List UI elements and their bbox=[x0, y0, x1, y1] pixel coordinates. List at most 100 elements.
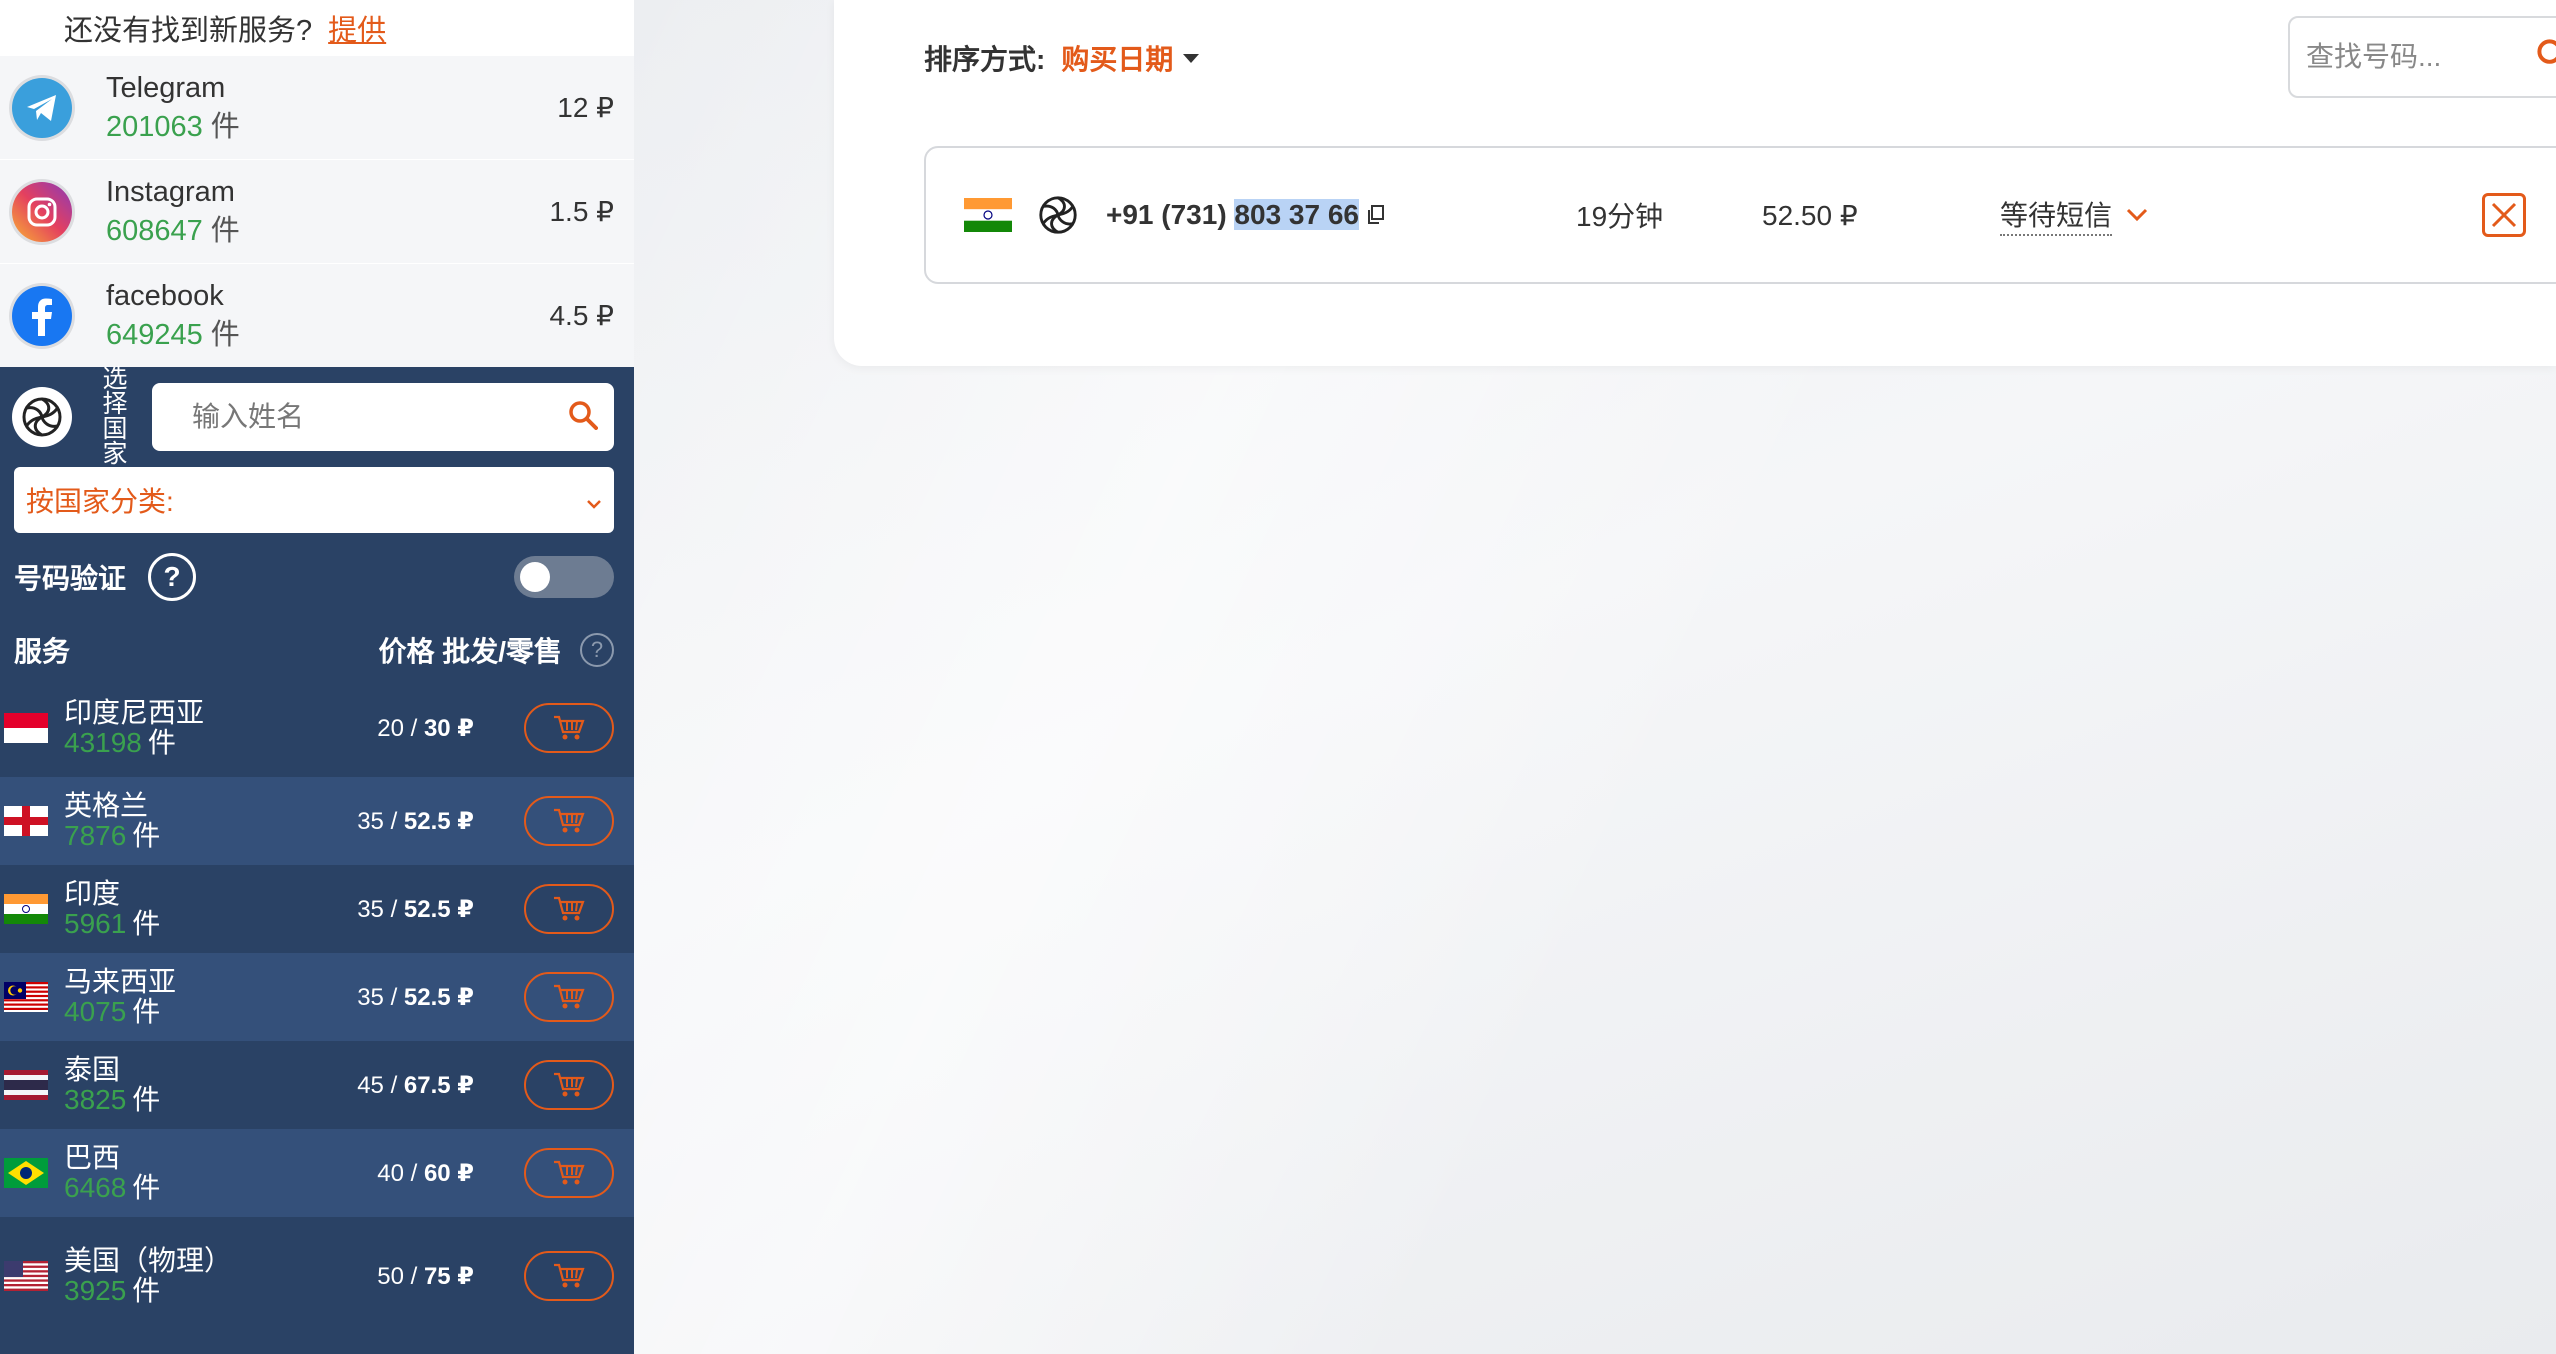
verify-toggle[interactable] bbox=[514, 556, 614, 598]
order-row: +91 (731) 803 37 66 19分钟 52.50 ₽ 等待短信 bbox=[924, 146, 2556, 284]
country-row-brazil[interactable]: 巴西 6468 件 40 / 60 ₽ bbox=[0, 1129, 634, 1217]
service-price: 12 ₽ bbox=[557, 92, 614, 123]
service-price: 4.5 ₽ bbox=[549, 300, 614, 331]
indonesia-flag-icon bbox=[4, 713, 48, 743]
service-item-instagram[interactable]: Instagram 608647 件 1.5 ₽ bbox=[0, 159, 634, 263]
cart-button[interactable] bbox=[524, 703, 614, 753]
cart-icon bbox=[554, 896, 585, 921]
country-list-header: 服务 价格 批发/零售 ? bbox=[0, 621, 634, 679]
country-count: 5961 件 bbox=[64, 908, 161, 939]
instagram-icon bbox=[12, 181, 72, 242]
service-count: 608647 件 bbox=[106, 214, 240, 247]
cart-icon bbox=[554, 984, 585, 1009]
copy-icon[interactable] bbox=[1367, 205, 1385, 225]
country-price: 50 / 75 ₽ bbox=[377, 1262, 474, 1290]
help-icon[interactable]: ? bbox=[148, 553, 197, 601]
orders-panel: 排序方式: 购买日期 +91 (731) 803 37 66 19分钟 52.5… bbox=[834, 0, 2556, 366]
facebook-icon bbox=[12, 285, 72, 346]
service-column-header: 服务 bbox=[14, 636, 71, 667]
cart-icon bbox=[554, 1072, 585, 1097]
country-row-usa[interactable]: 美国（物理） 3925 件 50 / 75 ₽ bbox=[0, 1217, 634, 1335]
service-list: 还没有找到新服务? 提供 Telegram 201063 件 12 ₽ Insta… bbox=[0, 0, 634, 367]
service-name: facebook bbox=[106, 279, 224, 312]
country-count: 6468 件 bbox=[64, 1172, 161, 1203]
price-column-header: 价格 批发/零售 bbox=[378, 636, 562, 667]
service-name: Telegram bbox=[106, 71, 226, 104]
country-name: 印度尼西亚 bbox=[64, 697, 205, 728]
telegram-icon bbox=[12, 77, 72, 138]
country-name: 泰国 bbox=[64, 1054, 121, 1085]
suggest-text: 还没有找到新服务? bbox=[64, 14, 313, 47]
cart-button[interactable] bbox=[524, 1251, 614, 1301]
country-count: 7876 件 bbox=[64, 820, 161, 851]
cart-button[interactable] bbox=[524, 1148, 614, 1198]
country-price: 45 / 67.5 ₽ bbox=[357, 1071, 474, 1099]
caret-down-icon bbox=[1183, 53, 1200, 63]
service-item-facebook[interactable]: facebook 649245 件 4.5 ₽ bbox=[0, 263, 634, 367]
cart-button[interactable] bbox=[524, 796, 614, 846]
cart-button[interactable] bbox=[524, 884, 614, 934]
country-filter-label: 按国家分类: bbox=[26, 486, 174, 517]
country-name: 印度 bbox=[64, 878, 121, 909]
country-row-england[interactable]: 英格兰 7876 件 35 / 52.5 ₽ bbox=[0, 777, 634, 865]
sort-value[interactable]: 购买日期 bbox=[1061, 38, 1173, 78]
country-count: 43198 件 bbox=[64, 727, 176, 758]
country-price: 35 / 52.5 ₽ bbox=[357, 983, 474, 1011]
country-name: 巴西 bbox=[64, 1142, 121, 1173]
england-flag-icon bbox=[4, 806, 48, 836]
cart-icon bbox=[554, 715, 585, 740]
sort-label: 排序方式: bbox=[924, 44, 1046, 75]
sort-control[interactable]: 排序方式: 购买日期 bbox=[924, 38, 1200, 78]
country-count: 3925 件 bbox=[64, 1275, 161, 1306]
cart-icon bbox=[554, 1160, 585, 1185]
thailand-flag-icon bbox=[4, 1070, 48, 1100]
chevron-down-icon bbox=[2126, 208, 2148, 222]
close-icon bbox=[2491, 202, 2517, 228]
order-price: 52.50 ₽ bbox=[1762, 199, 1858, 231]
chevron-down-icon bbox=[586, 484, 602, 516]
india-flag-icon bbox=[4, 894, 48, 924]
name-search-field[interactable] bbox=[152, 383, 614, 451]
verify-label: 号码验证 bbox=[14, 563, 127, 594]
service-count: 649245 件 bbox=[106, 318, 240, 351]
number-search-field[interactable] bbox=[2288, 16, 2556, 98]
openai-icon bbox=[1036, 193, 1080, 237]
phone-number[interactable]: +91 (731) 803 37 66 bbox=[1106, 199, 1359, 231]
country-name: 马来西亚 bbox=[64, 966, 177, 997]
openai-icon bbox=[12, 387, 72, 447]
sidebar: 还没有找到新服务? 提供 Telegram 201063 件 12 ₽ Insta… bbox=[0, 0, 634, 1354]
select-country-label: 选择国家 bbox=[102, 365, 128, 468]
country-count: 3825 件 bbox=[64, 1084, 161, 1115]
india-flag-icon bbox=[964, 198, 1012, 232]
country-price: 35 / 52.5 ₽ bbox=[357, 895, 474, 923]
number-verify-row: 号码验证 ? bbox=[0, 533, 634, 621]
suggest-link[interactable]: 提供 bbox=[328, 7, 386, 49]
number-search-input[interactable] bbox=[2306, 41, 2506, 73]
country-row-thailand[interactable]: 泰国 3825 件 45 / 67.5 ₽ bbox=[0, 1041, 634, 1129]
search-icon[interactable] bbox=[2536, 38, 2556, 77]
cart-button[interactable] bbox=[524, 972, 614, 1022]
service-price: 1.5 ₽ bbox=[549, 196, 614, 227]
country-row-indonesia[interactable]: 印度尼西亚 43198 件 20 / 30 ₽ bbox=[0, 679, 634, 777]
service-item-telegram[interactable]: Telegram 201063 件 12 ₽ bbox=[0, 55, 634, 159]
service-count: 201063 件 bbox=[106, 110, 240, 143]
cart-icon bbox=[554, 1263, 585, 1288]
country-price: 35 / 52.5 ₽ bbox=[357, 807, 474, 835]
order-time: 19分钟 bbox=[1576, 201, 1664, 232]
country-row-malaysia[interactable]: 马来西亚 4075 件 35 / 52.5 ₽ bbox=[0, 953, 634, 1041]
name-search-input[interactable] bbox=[192, 401, 568, 433]
country-row-india[interactable]: 印度 5961 件 35 / 52.5 ₽ bbox=[0, 865, 634, 953]
cancel-order-button[interactable] bbox=[2482, 193, 2526, 237]
brazil-flag-icon bbox=[4, 1158, 48, 1188]
country-filter-select[interactable]: 按国家分类: bbox=[14, 467, 614, 533]
country-name: 美国（物理） bbox=[64, 1245, 233, 1276]
price-help-icon[interactable]: ? bbox=[580, 633, 614, 667]
country-count: 4075 件 bbox=[64, 996, 161, 1027]
usa-flag-icon bbox=[4, 1261, 48, 1291]
country-name: 英格兰 bbox=[64, 790, 149, 821]
cart-button[interactable] bbox=[524, 1060, 614, 1110]
service-name: Instagram bbox=[106, 175, 235, 208]
country-search-row: 选择国家 bbox=[0, 367, 634, 467]
order-status[interactable]: 等待短信 bbox=[2000, 194, 2148, 236]
search-icon[interactable] bbox=[568, 400, 598, 435]
